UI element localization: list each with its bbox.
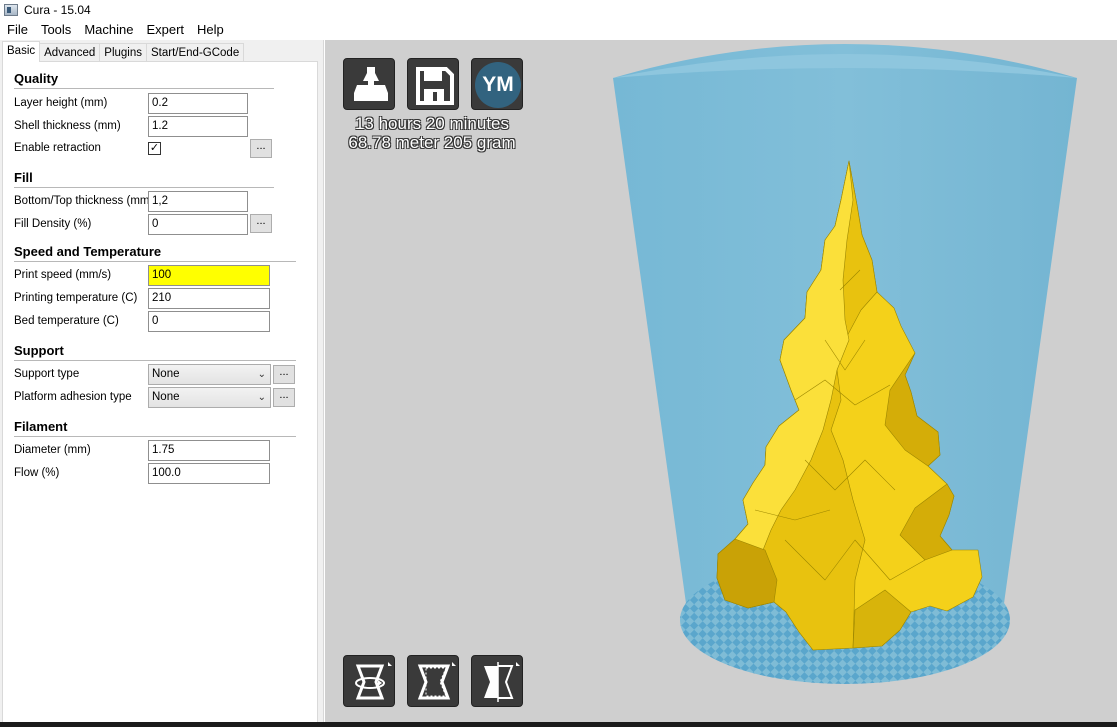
support-type-select[interactable]: None ⌄ — [148, 364, 271, 385]
flow-input[interactable]: 100.0 — [148, 463, 270, 484]
bed-temperature-input[interactable]: 0 — [148, 311, 270, 332]
speed-temperature-heading: Speed and Temperature — [14, 244, 162, 259]
settings-panel: Basic Advanced Plugins Start/End-GCode Q… — [0, 40, 324, 727]
platform-adhesion-value: None — [152, 391, 180, 403]
menu-file[interactable]: File — [0, 19, 34, 40]
diameter-label: Diameter (mm) — [14, 444, 91, 456]
load-model-icon — [354, 67, 388, 101]
printing-temperature-input[interactable]: 210 — [148, 288, 270, 309]
enable-retraction-label: Enable retraction — [14, 142, 101, 154]
print-estimate: 13 hours 20 minutes 68.78 meter 205 gram — [343, 114, 521, 152]
support-type-label: Support type — [14, 368, 80, 380]
window-title: Cura - 15.04 — [24, 2, 91, 17]
scale-button[interactable] — [407, 655, 459, 707]
fill-settings-button[interactable]: ... — [250, 214, 272, 233]
platform-adhesion-label: Platform adhesion type — [14, 391, 132, 403]
speed-divider — [14, 261, 296, 262]
cura-app-icon — [4, 3, 18, 16]
bottom-top-thickness-input[interactable]: 1,2 — [148, 191, 248, 212]
settings-tabs: Basic Advanced Plugins Start/End-GCode — [2, 41, 245, 62]
shell-thickness-input[interactable]: 1.2 — [148, 116, 248, 137]
flow-label: Flow (%) — [14, 467, 60, 479]
print-speed-label: Print speed (mm/s) — [14, 269, 112, 281]
quality-divider — [14, 88, 274, 89]
retraction-settings-button[interactable]: ... — [250, 139, 272, 158]
fill-heading: Fill — [14, 170, 33, 185]
print-material: 68.78 meter 205 gram — [348, 133, 516, 152]
menu-bar: File Tools Machine Expert Help — [0, 19, 1117, 40]
3d-viewport[interactable]: YM 13 hours 20 minutes 68.78 meter 205 g… — [325, 40, 1117, 727]
shell-thickness-label: Shell thickness (mm) — [14, 120, 121, 132]
support-heading: Support — [14, 343, 64, 358]
printing-temperature-label: Printing temperature (C) — [14, 292, 138, 304]
rotate-icon — [355, 662, 392, 700]
tab-plugins[interactable]: Plugins — [99, 43, 147, 62]
taskbar-strip — [0, 722, 1117, 727]
mirror-icon — [484, 662, 520, 702]
quality-heading: Quality — [14, 71, 59, 86]
youmagine-icon: YM — [475, 62, 521, 108]
mirror-button[interactable] — [471, 655, 523, 707]
menu-tools[interactable]: Tools — [35, 19, 77, 40]
print-time: 13 hours 20 minutes — [354, 114, 510, 133]
print-speed-input[interactable]: 100 — [148, 265, 270, 286]
chevron-down-icon: ⌄ — [257, 392, 266, 403]
support-type-value: None — [152, 368, 180, 380]
menu-machine[interactable]: Machine — [78, 19, 139, 40]
fill-divider — [14, 187, 274, 188]
menu-help[interactable]: Help — [191, 19, 230, 40]
scale-icon — [417, 662, 456, 700]
layer-height-label: Layer height (mm) — [14, 97, 108, 109]
platform-adhesion-select[interactable]: None ⌄ — [148, 387, 271, 408]
menu-expert[interactable]: Expert — [140, 19, 190, 40]
bottom-top-thickness-label: Bottom/Top thickness (mm) — [14, 195, 154, 207]
bed-temperature-label: Bed temperature (C) — [14, 315, 119, 327]
filament-divider — [14, 436, 296, 437]
layer-height-input[interactable]: 0.2 — [148, 93, 248, 114]
fill-density-input[interactable]: 0 — [148, 214, 248, 235]
save-toolpath-icon — [416, 67, 454, 105]
tab-advanced[interactable]: Advanced — [39, 43, 101, 62]
save-toolpath-button[interactable] — [407, 58, 459, 110]
title-bar: Cura - 15.04 — [0, 0, 1117, 19]
tab-basic[interactable]: Basic — [2, 41, 41, 62]
basic-settings: Quality Layer height (mm) 0.2 Shell thic… — [2, 61, 318, 725]
fill-density-label: Fill Density (%) — [14, 218, 92, 230]
adhesion-settings-button[interactable]: ... — [273, 388, 295, 407]
rotate-button[interactable] — [343, 655, 395, 707]
chevron-down-icon: ⌄ — [257, 369, 266, 380]
diameter-input[interactable]: 1.75 — [148, 440, 270, 461]
tab-start-end-gcode[interactable]: Start/End-GCode — [146, 43, 245, 62]
enable-retraction-checkbox[interactable]: ✓ — [148, 142, 161, 155]
youmagine-button[interactable]: YM — [471, 58, 523, 110]
support-divider — [14, 360, 296, 361]
support-settings-button[interactable]: ... — [273, 365, 295, 384]
filament-heading: Filament — [14, 419, 68, 434]
load-model-button[interactable] — [343, 58, 395, 110]
